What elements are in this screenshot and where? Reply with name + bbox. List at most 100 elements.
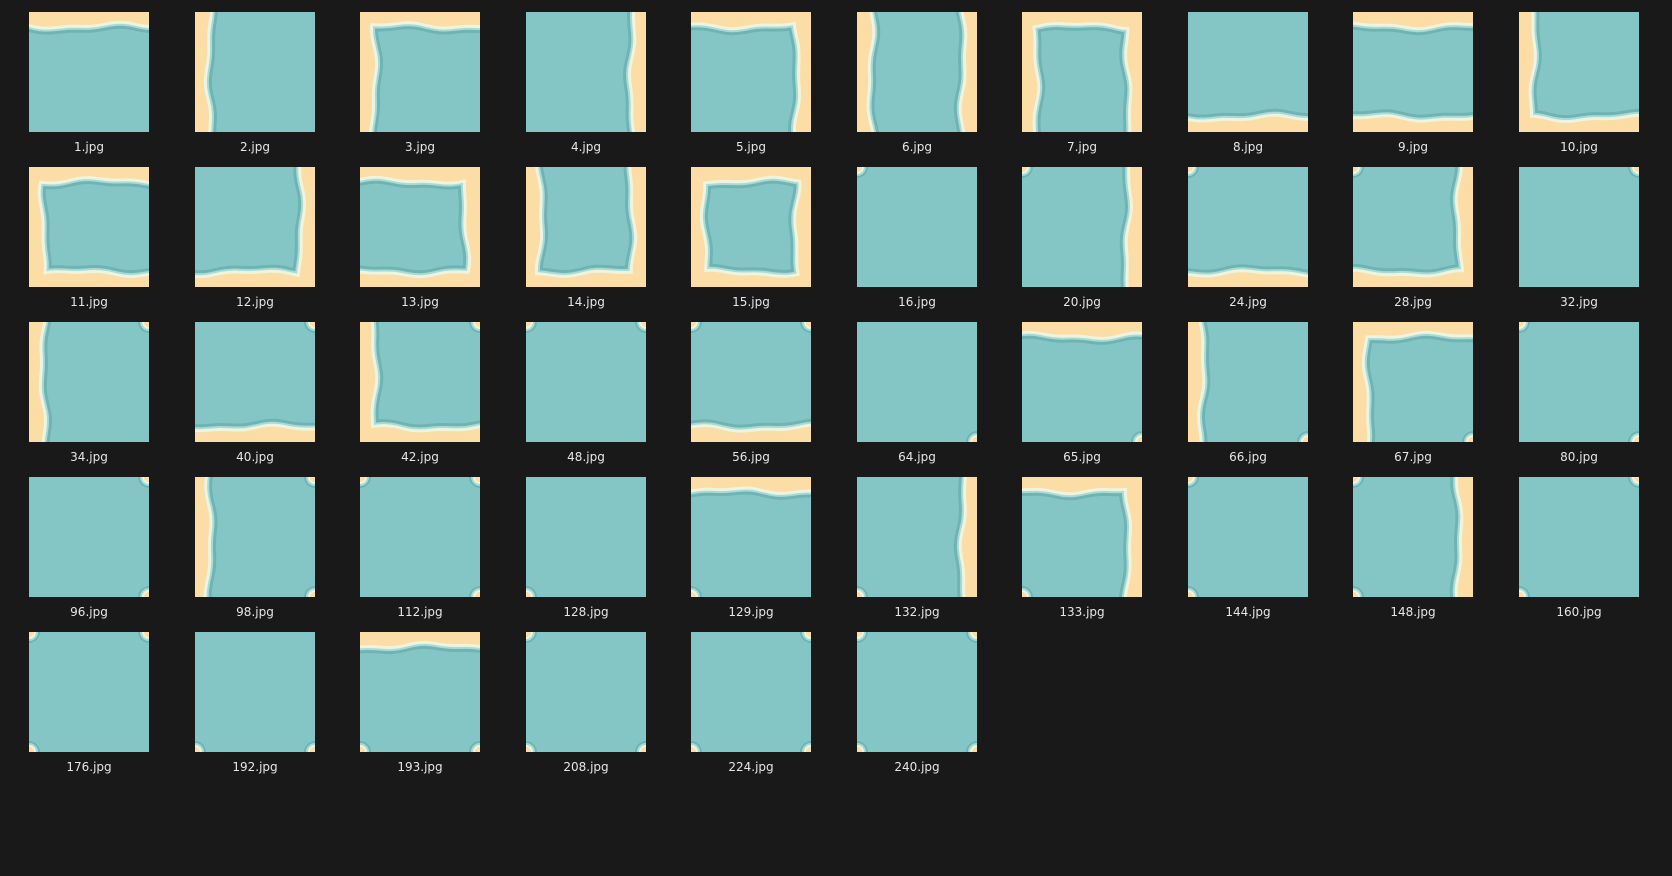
file-thumbnail xyxy=(195,477,315,597)
file-thumbnail xyxy=(1188,12,1308,132)
file-item[interactable]: 3.jpg xyxy=(331,0,481,154)
file-item[interactable]: 8.jpg xyxy=(1159,0,1309,154)
file-item[interactable]: 160.jpg xyxy=(1490,465,1640,619)
file-thumbnail xyxy=(857,167,977,287)
file-name-label: 9.jpg xyxy=(1397,140,1429,154)
file-thumbnail xyxy=(691,477,811,597)
file-item[interactable]: 28.jpg xyxy=(1324,155,1474,309)
file-item[interactable]: 66.jpg xyxy=(1159,310,1309,464)
file-item[interactable]: 132.jpg xyxy=(828,465,978,619)
file-item[interactable]: 5.jpg xyxy=(662,0,812,154)
file-thumbnail xyxy=(691,632,811,752)
file-item[interactable]: 1.jpg xyxy=(0,0,150,154)
file-item[interactable]: 65.jpg xyxy=(993,310,1143,464)
file-thumbnail xyxy=(857,12,977,132)
file-item[interactable]: 128.jpg xyxy=(497,465,647,619)
file-name-label: 8.jpg xyxy=(1232,140,1264,154)
file-item[interactable]: 192.jpg xyxy=(166,620,316,774)
file-name-label: 1.jpg xyxy=(73,140,105,154)
file-item[interactable]: 11.jpg xyxy=(0,155,150,309)
file-thumbnail xyxy=(1022,12,1142,132)
file-thumbnail xyxy=(29,322,149,442)
file-thumbnail xyxy=(360,12,480,132)
file-thumbnail xyxy=(1519,322,1639,442)
file-thumbnail xyxy=(195,322,315,442)
file-name-label: 64.jpg xyxy=(898,450,936,464)
file-thumbnail xyxy=(29,12,149,132)
file-thumbnail xyxy=(526,632,646,752)
file-item[interactable]: 133.jpg xyxy=(993,465,1143,619)
file-thumbnail xyxy=(1188,477,1308,597)
file-name-label: 3.jpg xyxy=(404,140,436,154)
file-thumbnail xyxy=(857,322,977,442)
file-name-label: 129.jpg xyxy=(728,605,774,619)
file-item[interactable]: 98.jpg xyxy=(166,465,316,619)
file-name-label: 96.jpg xyxy=(70,605,108,619)
file-item[interactable]: 7.jpg xyxy=(993,0,1143,154)
file-item[interactable]: 112.jpg xyxy=(331,465,481,619)
file-name-label: 24.jpg xyxy=(1229,295,1267,309)
file-item[interactable]: 56.jpg xyxy=(662,310,812,464)
file-item[interactable]: 32.jpg xyxy=(1490,155,1640,309)
file-thumbnail xyxy=(360,632,480,752)
file-thumbnail xyxy=(1519,167,1639,287)
file-item[interactable]: 208.jpg xyxy=(497,620,647,774)
file-name-label: 32.jpg xyxy=(1560,295,1598,309)
file-item[interactable]: 176.jpg xyxy=(0,620,150,774)
file-name-label: 224.jpg xyxy=(728,760,774,774)
file-item[interactable]: 4.jpg xyxy=(497,0,647,154)
file-thumbnail xyxy=(1353,167,1473,287)
file-item[interactable]: 64.jpg xyxy=(828,310,978,464)
file-item[interactable]: 144.jpg xyxy=(1159,465,1309,619)
file-name-label: 40.jpg xyxy=(236,450,274,464)
file-item[interactable]: 40.jpg xyxy=(166,310,316,464)
file-item[interactable]: 80.jpg xyxy=(1490,310,1640,464)
file-name-label: 48.jpg xyxy=(567,450,605,464)
file-item[interactable]: 2.jpg xyxy=(166,0,316,154)
file-thumbnail xyxy=(526,477,646,597)
file-thumbnail xyxy=(29,167,149,287)
file-thumbnail xyxy=(1353,12,1473,132)
file-name-label: 240.jpg xyxy=(894,760,940,774)
file-item[interactable]: 34.jpg xyxy=(0,310,150,464)
file-item[interactable]: 193.jpg xyxy=(331,620,481,774)
file-thumbnail xyxy=(195,12,315,132)
file-name-label: 42.jpg xyxy=(401,450,439,464)
file-item[interactable]: 24.jpg xyxy=(1159,155,1309,309)
file-name-label: 80.jpg xyxy=(1560,450,1598,464)
file-item[interactable]: 129.jpg xyxy=(662,465,812,619)
file-name-label: 193.jpg xyxy=(397,760,443,774)
file-name-label: 15.jpg xyxy=(732,295,770,309)
file-thumbnail xyxy=(526,322,646,442)
file-item[interactable]: 16.jpg xyxy=(828,155,978,309)
file-name-label: 66.jpg xyxy=(1229,450,1267,464)
file-item[interactable]: 148.jpg xyxy=(1324,465,1474,619)
file-item[interactable]: 240.jpg xyxy=(828,620,978,774)
file-item[interactable]: 10.jpg xyxy=(1490,0,1640,154)
file-thumbnail xyxy=(691,322,811,442)
file-item[interactable]: 15.jpg xyxy=(662,155,812,309)
file-item[interactable]: 12.jpg xyxy=(166,155,316,309)
file-item[interactable]: 14.jpg xyxy=(497,155,647,309)
file-thumbnail xyxy=(1353,477,1473,597)
file-thumbnail xyxy=(691,167,811,287)
file-name-label: 112.jpg xyxy=(397,605,443,619)
file-item[interactable]: 13.jpg xyxy=(331,155,481,309)
file-name-label: 192.jpg xyxy=(232,760,278,774)
file-item[interactable]: 6.jpg xyxy=(828,0,978,154)
file-item[interactable]: 96.jpg xyxy=(0,465,150,619)
file-name-label: 2.jpg xyxy=(239,140,271,154)
file-thumbnail xyxy=(29,477,149,597)
file-item[interactable]: 20.jpg xyxy=(993,155,1143,309)
file-name-label: 56.jpg xyxy=(732,450,770,464)
file-name-label: 28.jpg xyxy=(1394,295,1432,309)
file-item[interactable]: 224.jpg xyxy=(662,620,812,774)
file-item[interactable]: 67.jpg xyxy=(1324,310,1474,464)
file-name-label: 65.jpg xyxy=(1063,450,1101,464)
file-thumbnail xyxy=(1188,167,1308,287)
file-item[interactable]: 48.jpg xyxy=(497,310,647,464)
file-name-label: 6.jpg xyxy=(901,140,933,154)
file-item[interactable]: 9.jpg xyxy=(1324,0,1474,154)
file-item[interactable]: 42.jpg xyxy=(331,310,481,464)
file-name-label: 176.jpg xyxy=(66,760,112,774)
